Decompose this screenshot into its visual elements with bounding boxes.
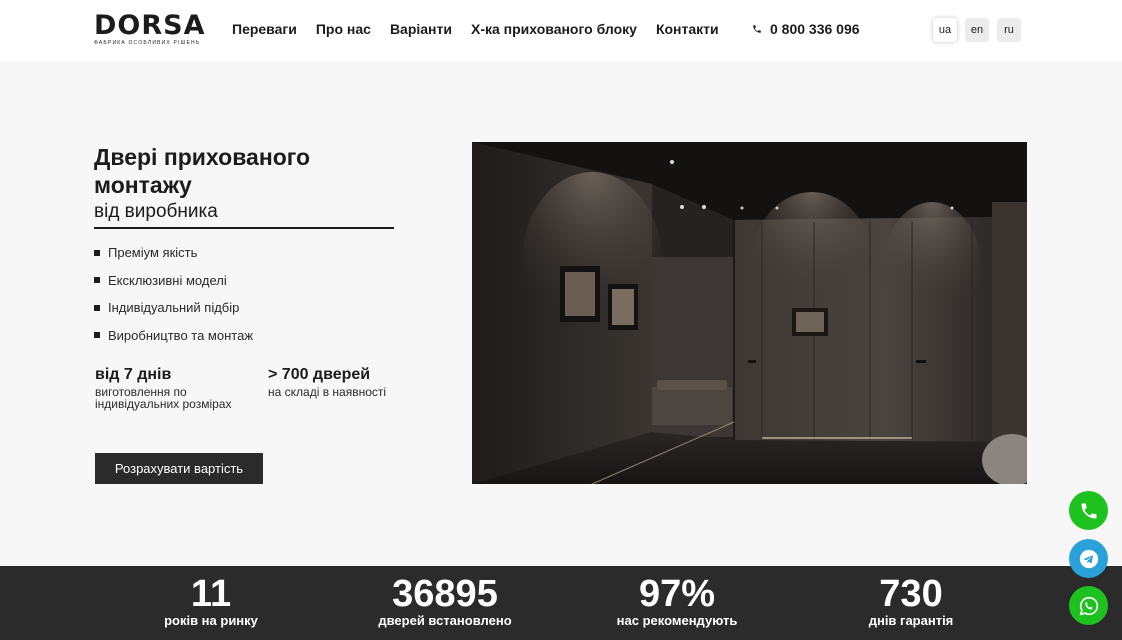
interior-illustration [472, 142, 1027, 484]
bullet-icon [94, 304, 100, 311]
calculate-price-button[interactable]: Розрахувати вартість [95, 453, 263, 484]
stat-description: виготовлення по індивідуальних розмірах [95, 385, 232, 411]
logo-word: DORSA [94, 10, 206, 41]
site-header: DORSA ФАБРИКА ОСОБЛИВИХ РІШЕНЬ Переваги … [0, 0, 1122, 61]
whatsapp-icon [1079, 596, 1098, 615]
language-switcher: ua en ru [933, 18, 1021, 42]
stats-bar: 11 років на ринку 36895 дверей встановле… [0, 566, 1122, 640]
lang-ua[interactable]: ua [933, 18, 957, 42]
lang-en[interactable]: en [965, 18, 989, 42]
stat-stock: > 700 дверей на складі в наявності [268, 366, 398, 398]
stat-value: від 7 днів [95, 366, 172, 383]
phone-icon [753, 25, 761, 33]
stat-label: дверей встановлено [378, 613, 512, 628]
stat-warranty: 730 днів гарантія [856, 566, 966, 628]
bullet-icon [94, 249, 100, 256]
feature-item: Виробництво та монтаж [94, 322, 253, 350]
phone-icon [1081, 503, 1096, 518]
feature-item: Індивідуальний підбір [94, 294, 253, 322]
hero-title: Двері прихованого монтажу [94, 144, 311, 198]
bullet-icon [94, 277, 100, 284]
telegram-button[interactable] [1069, 539, 1108, 578]
stat-label: нас рекомендують [616, 613, 738, 628]
stat-description: на складі в наявності [268, 385, 387, 399]
hero-subtitle: від виробника [94, 201, 218, 222]
feature-label: Ексклюзивні моделі [108, 272, 227, 288]
feature-item: Преміум якість [94, 239, 253, 267]
hero-image [472, 142, 1027, 484]
main-nav: Переваги Про нас Варіанти Х-ка приховано… [232, 21, 738, 37]
lang-ru[interactable]: ru [997, 18, 1021, 42]
feature-label: Індивідуальний підбір [108, 300, 240, 316]
telegram-icon [1079, 549, 1098, 568]
feature-label: Виробництво та монтаж [108, 327, 254, 343]
stat-label: днів гарантія [868, 613, 954, 628]
logo[interactable]: DORSA ФАБРИКА ОСОБЛИВИХ РІШЕНЬ [94, 10, 214, 49]
whatsapp-button[interactable] [1069, 586, 1108, 625]
nav-hidden-block[interactable]: Х-ка прихованого блоку [471, 21, 637, 37]
stat-years: 11 років на ринку [150, 566, 272, 628]
hero-divider [94, 227, 394, 229]
feature-item: Ексклюзивні моделі [94, 267, 253, 295]
feature-list: Преміум якість Ексклюзивні моделі Індиві… [94, 239, 253, 349]
nav-contacts[interactable]: Контакти [656, 21, 719, 37]
feature-label: Преміум якість [108, 245, 198, 261]
bullet-icon [94, 332, 100, 339]
nav-advantages[interactable]: Переваги [232, 21, 297, 37]
phone-number: 0 800 336 096 [770, 21, 860, 37]
nav-about[interactable]: Про нас [316, 21, 371, 37]
logo-tagline: ФАБРИКА ОСОБЛИВИХ РІШЕНЬ [94, 40, 201, 46]
stat-label: років на ринку [164, 613, 258, 628]
stat-value: > 700 дверей [268, 366, 371, 383]
call-button[interactable] [1069, 491, 1108, 530]
stat-doors: 36895 дверей встановлено [366, 566, 524, 628]
header-phone[interactable]: 0 800 336 096 [752, 21, 860, 37]
stat-recommend: 97% нас рекомендують [604, 566, 750, 628]
nav-variants[interactable]: Варіанти [390, 21, 452, 37]
stat-production-time: від 7 днів виготовлення по індивідуальни… [95, 366, 245, 410]
